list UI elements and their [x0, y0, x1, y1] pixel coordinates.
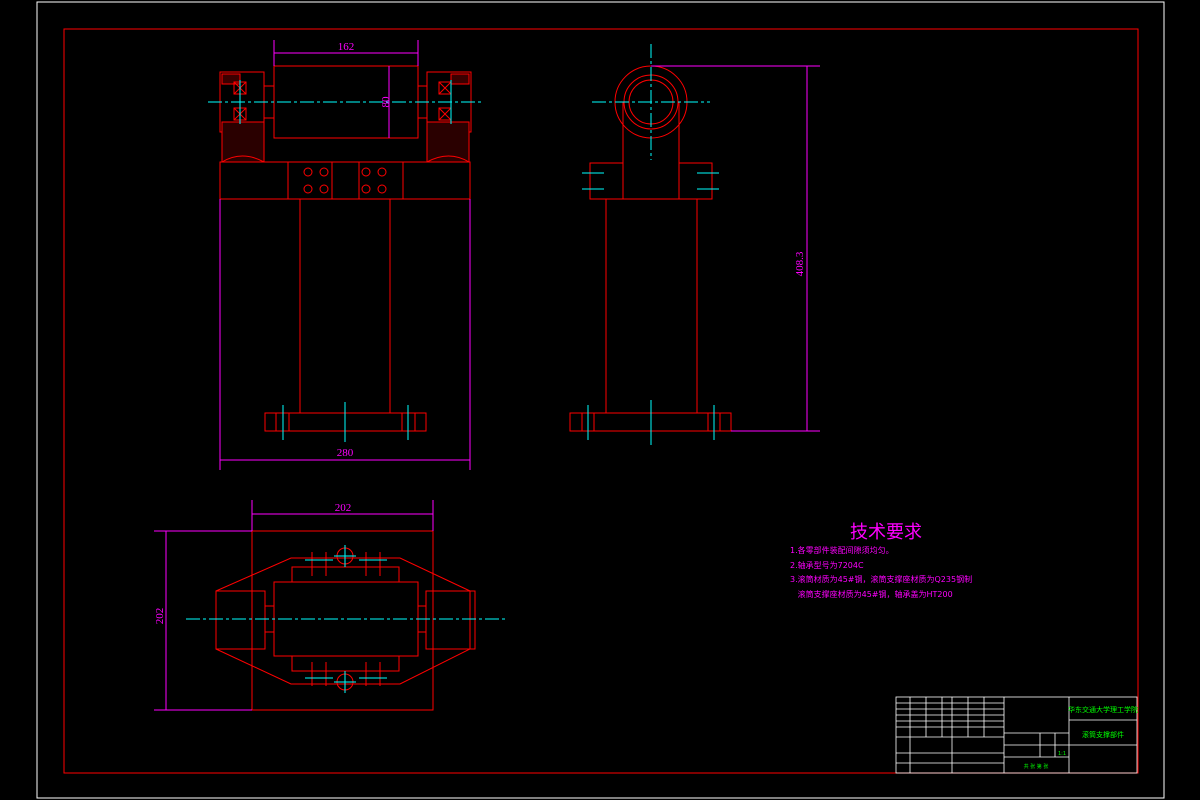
title-block-drawing-name: 滚筒支撑部件 [1082, 730, 1124, 739]
dim-plan-width: 202 [335, 502, 352, 514]
dim-side-height: 408.3 [794, 251, 806, 276]
tech-req-item-2: 2.轴承型号为7204C [790, 560, 864, 570]
tech-req-item-1: 1.各零部件装配间隙须均匀。 [790, 545, 894, 555]
dim-front-bore: 80 [380, 96, 392, 108]
front-left-clamp [287, 161, 333, 200]
tech-req-item-4: 滚筒支撑座材质为45#钢，轴承盖为HT200 [790, 589, 953, 599]
tech-req-title: 技术要求 [850, 522, 922, 543]
front-view [219, 65, 472, 432]
side-dimensions [651, 65, 820, 432]
cad-drawing-canvas: 162 80 280 408.3 202 202 技术要求 1.各零部件装配间隙… [36, 1, 1165, 799]
dim-front-base-width: 280 [337, 447, 354, 459]
front-left-housing [219, 71, 265, 163]
plan-frame [215, 557, 471, 685]
dim-front-top-width: 162 [338, 41, 355, 53]
technical-requirements: 技术要求 1.各零部件装配间隙须均匀。 2.轴承型号为7204C 3.滚筒材质为… [790, 522, 972, 599]
front-right-housing [426, 71, 472, 163]
dim-plan-depth: 202 [154, 608, 166, 625]
tech-req-item-3: 3.滚筒材质为45#钢，滚筒支撑座材质为Q235钢制 [790, 574, 972, 584]
title-block-scale: 1:1 [1058, 751, 1066, 757]
title-block-sheet: 共 张 第 张 [1024, 763, 1049, 770]
side-centerlines [582, 44, 719, 445]
title-block-school: 华东交通大学理工学院 [1068, 705, 1138, 714]
sheet-border [36, 1, 1165, 799]
front-top-plate [219, 161, 471, 200]
side-right-ear [678, 162, 713, 200]
side-left-ear [589, 162, 624, 200]
